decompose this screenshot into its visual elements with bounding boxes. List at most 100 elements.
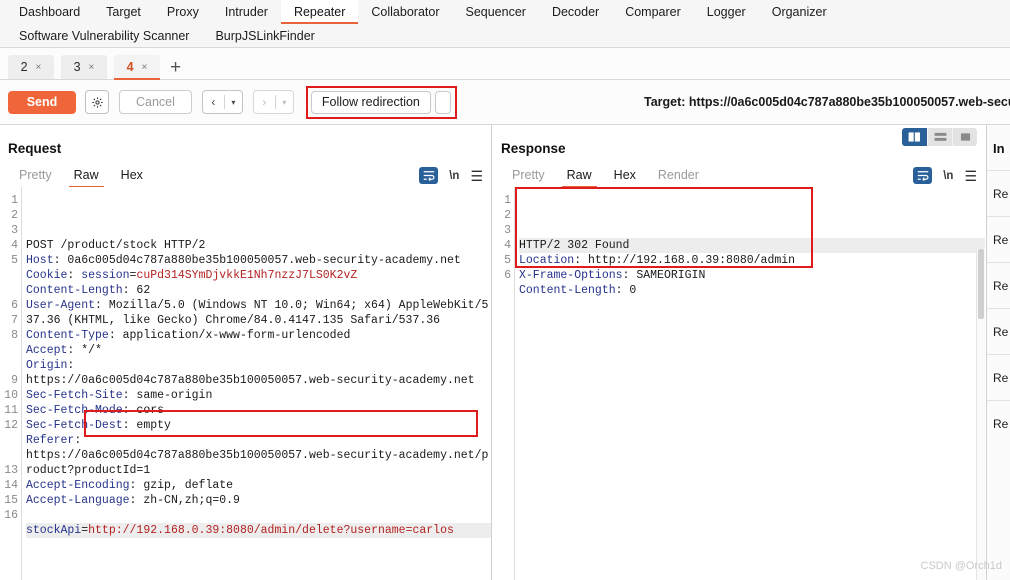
tab-render[interactable]: Render bbox=[647, 168, 710, 187]
menu-item-dashboard[interactable]: Dashboard bbox=[6, 0, 93, 24]
inspector-section-3[interactable]: Re bbox=[987, 262, 1010, 308]
single-pane-icon[interactable] bbox=[952, 128, 977, 146]
request-response-split: Request Pretty Raw Hex \n ☰ 1 2 3 4 5 6 7 8 9 10 11 1… bbox=[0, 125, 1010, 580]
forward-chevron-down-icon[interactable]: ▾ bbox=[276, 91, 293, 113]
request-code-content[interactable]: POST /product/stock HTTP/2 Host: 0a6c005d… bbox=[22, 187, 491, 580]
close-icon[interactable]: × bbox=[89, 62, 95, 73]
code-line: X-Frame-Options: SAMEORIGIN bbox=[519, 268, 985, 283]
line-number: 4 bbox=[11, 239, 18, 252]
line-number bbox=[0, 268, 18, 283]
hamburger-menu-icon[interactable]: ☰ bbox=[964, 169, 977, 183]
menu-item-intruder[interactable]: Intruder bbox=[212, 0, 281, 24]
code-token: : bbox=[67, 269, 82, 282]
forward-nav-group[interactable]: › ▾ bbox=[252, 90, 294, 114]
line-number bbox=[0, 448, 18, 463]
close-icon[interactable]: × bbox=[142, 62, 148, 73]
code-line: stockApi=http://192.168.0.39:8080/admin/… bbox=[26, 523, 491, 538]
tab-raw[interactable]: Raw bbox=[63, 168, 110, 188]
line-number bbox=[0, 343, 18, 358]
line-number: 5 bbox=[504, 254, 511, 267]
split-horizontal-icon[interactable] bbox=[927, 128, 952, 146]
code-line: Accept: */* bbox=[26, 343, 491, 358]
repeater-tab-number: 2 bbox=[20, 60, 28, 74]
gear-icon[interactable] bbox=[85, 90, 109, 114]
scrollbar-thumb[interactable] bbox=[978, 249, 984, 319]
repeater-tab-3[interactable]: 3 × bbox=[61, 55, 107, 79]
code-token: Accept bbox=[26, 344, 68, 357]
back-nav-group[interactable]: ‹ ▾ bbox=[201, 90, 243, 114]
inspector-title: In bbox=[993, 141, 1005, 156]
response-pane: Response Pretty Raw Hex Render \n ☰ 1 2 … bbox=[493, 125, 985, 580]
request-title: Request bbox=[8, 141, 62, 156]
menu-item-proxy[interactable]: Proxy bbox=[154, 0, 212, 24]
menu-item-organizer[interactable]: Organizer bbox=[759, 0, 840, 24]
back-arrow-icon[interactable]: ‹ bbox=[203, 91, 224, 113]
follow-redirection-button[interactable]: Follow redirection bbox=[310, 90, 431, 114]
line-number: 1 bbox=[11, 194, 18, 207]
repeater-tab-4[interactable]: 4 × bbox=[114, 55, 160, 80]
repeater-tab-2[interactable]: 2 × bbox=[8, 55, 54, 79]
menu-item-repeater[interactable]: Repeater bbox=[280, 0, 359, 24]
menu-item-sequencer[interactable]: Sequencer bbox=[452, 0, 538, 24]
cancel-button[interactable]: Cancel bbox=[119, 90, 192, 114]
word-wrap-icon[interactable] bbox=[419, 167, 439, 184]
request-tools: \n ☰ bbox=[419, 167, 483, 184]
code-token: Location bbox=[519, 254, 575, 267]
code-line: Location: http://192.168.0.39:8080/admin bbox=[519, 253, 985, 268]
menu-item-comparer[interactable]: Comparer bbox=[612, 0, 694, 24]
line-number: 16 bbox=[4, 509, 18, 522]
close-icon[interactable]: × bbox=[36, 62, 42, 73]
follow-redirection-extra-button[interactable] bbox=[434, 90, 451, 114]
line-number: 3 bbox=[11, 224, 18, 237]
code-token: Accept-Language bbox=[26, 494, 130, 507]
code-token: : Mozilla/5.0 (Windows NT 10.0; Win64; x… bbox=[26, 299, 489, 327]
newline-toggle[interactable]: \n bbox=[943, 170, 953, 182]
word-wrap-icon[interactable] bbox=[913, 167, 933, 184]
code-token: : http://192.168.0.39:8080/admin bbox=[574, 254, 796, 267]
code-token: Cookie bbox=[26, 269, 68, 282]
code-token: : 0 bbox=[615, 284, 637, 297]
tab-hex[interactable]: Hex bbox=[603, 168, 647, 187]
response-editor[interactable]: 123456 HTTP/2 302 Found Location: http://… bbox=[493, 187, 985, 580]
add-tab-icon[interactable]: + bbox=[170, 58, 181, 77]
code-line: Accept-Encoding: gzip, deflate bbox=[26, 478, 491, 493]
newline-toggle[interactable]: \n bbox=[449, 170, 459, 182]
back-chevron-down-icon[interactable]: ▾ bbox=[225, 91, 242, 113]
inspector-section-4[interactable]: Re bbox=[987, 308, 1010, 354]
inspector-section-6[interactable]: Re bbox=[987, 400, 1010, 446]
split-vertical-icon[interactable] bbox=[902, 128, 927, 146]
line-number: 1 bbox=[504, 194, 511, 207]
tab-pretty[interactable]: Pretty bbox=[8, 168, 63, 187]
inspector-section-5[interactable]: Re bbox=[987, 354, 1010, 400]
code-line: Origin: https://0a6c005d04c787a880be35b1… bbox=[26, 358, 491, 388]
line-number: 10 bbox=[4, 389, 18, 402]
tab-hex[interactable]: Hex bbox=[110, 168, 154, 187]
inspector-panel: In Re Re Re Re Re Re bbox=[986, 125, 1010, 580]
inspector-section-1[interactable]: Re bbox=[987, 170, 1010, 216]
menu-item-logger[interactable]: Logger bbox=[694, 0, 759, 24]
inspector-section-2[interactable]: Re bbox=[987, 216, 1010, 262]
menu-item-decoder[interactable]: Decoder bbox=[539, 0, 612, 24]
tab-raw[interactable]: Raw bbox=[556, 168, 603, 188]
menu-item-software-vulnerability-scanner[interactable]: Software Vulnerability Scanner bbox=[6, 24, 202, 48]
line-number: 5 bbox=[11, 254, 18, 267]
code-token: stockApi bbox=[26, 524, 82, 537]
hamburger-menu-icon[interactable]: ☰ bbox=[470, 169, 483, 183]
menu-item-target[interactable]: Target bbox=[93, 0, 154, 24]
code-token: Content-Length bbox=[26, 284, 123, 297]
menu-row-primary: Dashboard Target Proxy Intruder Repeater Coll… bbox=[0, 0, 1010, 24]
response-code-content[interactable]: HTTP/2 302 Found Location: http://192.168… bbox=[515, 187, 985, 580]
response-scrollbar[interactable] bbox=[976, 249, 985, 580]
send-button[interactable]: Send bbox=[8, 90, 76, 114]
code-token: : same-origin bbox=[122, 389, 213, 402]
request-editor[interactable]: 1 2 3 4 5 6 7 8 9 10 11 12 13 14 15 16 POST /product/st… bbox=[0, 187, 491, 580]
forward-arrow-icon[interactable]: › bbox=[254, 91, 275, 113]
line-number: 11 bbox=[4, 404, 18, 417]
menu-item-collaborator[interactable]: Collaborator bbox=[358, 0, 452, 24]
menu-item-burpjslinkfinder[interactable]: BurpJSLinkFinder bbox=[202, 24, 327, 48]
line-number bbox=[0, 283, 18, 298]
tab-pretty[interactable]: Pretty bbox=[501, 168, 556, 187]
code-line: Content-Length: 0 bbox=[519, 283, 985, 298]
